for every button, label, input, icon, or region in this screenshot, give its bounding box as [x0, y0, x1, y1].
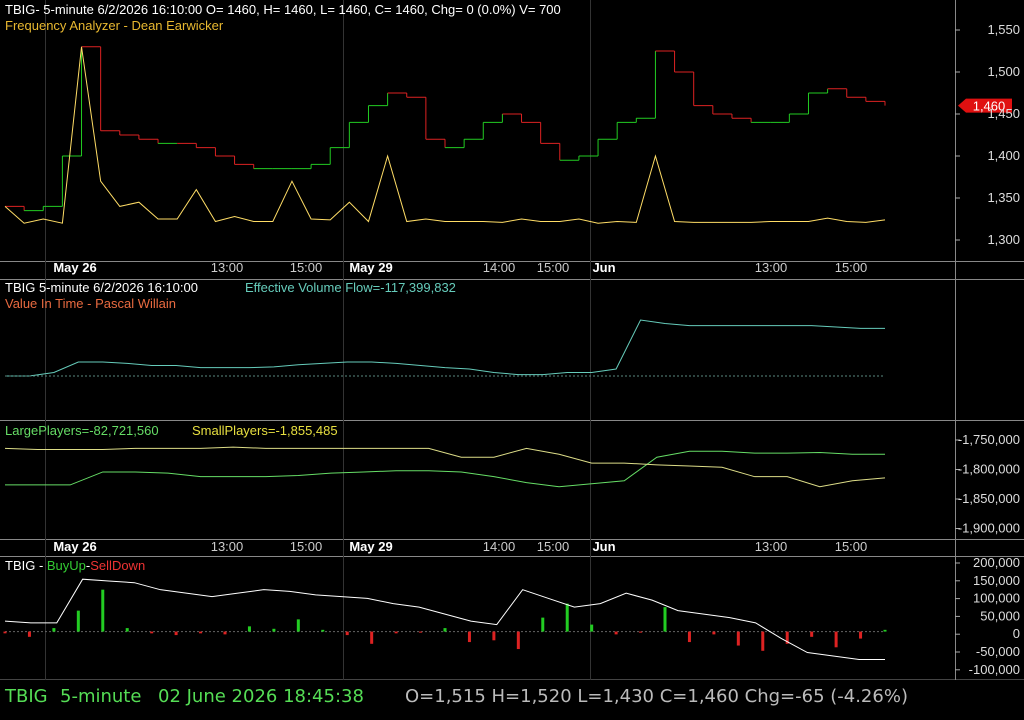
buysell-bar	[883, 629, 887, 632]
buysell-bar	[736, 631, 740, 646]
large-players-line	[5, 450, 885, 488]
buysell-bar	[492, 631, 496, 641]
time-tick-label: 15:00	[835, 539, 868, 554]
buysell-bar	[663, 607, 667, 632]
players-y-label: -1,900,000	[958, 521, 1020, 536]
axes-ticks: May 26 13:00 15:00 May 29 14:00 15:00 Jun 13:00…	[53, 22, 1020, 677]
buysell-y-label: -100,000	[969, 662, 1020, 677]
buysell-bar	[590, 624, 594, 632]
value-in-time-title: Value In Time - Pascal Willain	[5, 296, 176, 311]
evf-symbol-header: TBIG 5-minute 6/2/2026 16:10:00	[5, 280, 198, 295]
price-y-label: 1,350	[987, 190, 1020, 205]
buysell-bar	[614, 631, 618, 635]
buysell-bar	[27, 631, 31, 637]
buysell-y-label: 150,000	[973, 573, 1020, 588]
time-tick-label: 15:00	[290, 539, 323, 554]
chart-canvas: 1,460 May 26 13:00 15:00 May 29 14:00 15:00 Ju…	[0, 0, 1024, 680]
buysell-bar	[223, 631, 227, 635]
time-tick-label: 15:00	[537, 539, 570, 554]
price-y-label: 1,450	[987, 106, 1020, 121]
time-tick-label: 13:00	[211, 260, 244, 275]
volume-flow-panel	[5, 319, 885, 377]
time-tick-label: 13:00	[211, 539, 244, 554]
evf-line	[5, 319, 885, 377]
buysell-y-label: 50,000	[980, 608, 1020, 623]
vertical-session-lines	[45, 0, 591, 680]
title-symbol: TBIG -	[5, 558, 47, 573]
buysell-bar	[321, 629, 325, 632]
large-players-label: LargePlayers=-82,721,560	[5, 423, 159, 438]
small-players-label: SmallPlayers=-1,855,485	[192, 423, 338, 438]
players-y-label: -1,750,000	[958, 432, 1020, 447]
buysell-bar	[174, 631, 178, 636]
status-bar: TBIG 5-minute 02 June 2026 18:45:38 O=1,…	[0, 680, 1024, 720]
buysell-bar	[345, 631, 349, 636]
buysell-bar	[296, 619, 300, 632]
buysell-bar	[565, 603, 569, 632]
price-y-label: 1,300	[987, 232, 1020, 247]
buysell-bar	[52, 628, 56, 632]
status-datetime: 02 June 2026 18:45:38	[158, 686, 364, 707]
time-tick-label: 14:00	[483, 260, 516, 275]
buysell-y-label: 100,000	[973, 591, 1020, 606]
buysell-bar	[712, 631, 716, 635]
buyup-selldown-panel	[3, 578, 887, 661]
time-tick-label: 14:00	[483, 539, 516, 554]
time-tick-label: May 26	[53, 539, 96, 554]
buysell-bar	[467, 631, 471, 643]
players-y-label: -1,850,000	[958, 491, 1020, 506]
buysell-bar	[516, 631, 520, 650]
buysell-bar	[199, 631, 203, 634]
buysell-line	[4, 578, 885, 661]
buysell-bar	[247, 626, 251, 632]
time-tick-label: 13:00	[755, 539, 788, 554]
buysell-bar	[810, 631, 814, 637]
status-interval: 5-minute	[60, 686, 142, 707]
buysell-bar	[541, 617, 545, 632]
buysell-bar	[443, 628, 447, 632]
time-tick-label: May 29	[349, 539, 392, 554]
buysell-bar	[101, 589, 105, 632]
time-tick-label: Jun	[592, 539, 615, 554]
time-tick-label: 13:00	[755, 260, 788, 275]
buysell-bar	[3, 631, 7, 634]
frequency-analyzer-title: Frequency Analyzer - Dean Earwicker	[5, 18, 224, 33]
buysell-bar	[150, 631, 154, 634]
buysell-bar	[76, 610, 80, 632]
price-y-label: 1,550	[987, 22, 1020, 37]
players-panel	[4, 446, 886, 488]
price-y-label: 1,400	[987, 148, 1020, 163]
title-selldown: SellDown	[90, 558, 146, 573]
buysell-bar	[394, 631, 398, 634]
time-tick-label: 15:00	[537, 260, 570, 275]
buysell-bar	[761, 631, 765, 651]
buysell-bar	[370, 631, 374, 644]
evf-value: Effective Volume Flow=-117,399,832	[245, 280, 456, 295]
time-tick-label: 15:00	[290, 260, 323, 275]
time-tick-label: Jun	[592, 260, 615, 275]
time-tick-label: May 29	[349, 260, 392, 275]
buysell-y-label: -50,000	[976, 644, 1020, 659]
title-buyup: BuyUp	[46, 558, 86, 573]
buysell-bar	[834, 631, 838, 648]
time-tick-label: May 26	[53, 260, 96, 275]
price-header: TBIG- 5-minute 6/2/2026 16:10:00 O= 1460…	[5, 2, 561, 17]
buyup-selldown-title: TBIG - BuyUp-SellDown	[5, 558, 145, 573]
status-ohlc: O=1,515 H=1,520 L=1,430 C=1,460 Chg=-65 …	[405, 686, 908, 707]
price-y-label: 1,500	[987, 64, 1020, 79]
buysell-bar	[125, 628, 129, 632]
time-tick-label: 15:00	[835, 260, 868, 275]
buysell-bar	[687, 631, 691, 643]
buysell-y-label: 0	[1013, 626, 1020, 641]
buysell-bar	[859, 631, 863, 639]
price-panel: 1,460	[4, 46, 1012, 224]
status-symbol: TBIG	[5, 686, 48, 707]
players-y-label: -1,800,000	[958, 462, 1020, 477]
panel-borders	[0, 0, 1024, 680]
buysell-bar	[419, 631, 423, 633]
buysell-bar	[639, 631, 643, 633]
buysell-bar	[272, 628, 276, 632]
buysell-y-label: 200,000	[973, 555, 1020, 570]
